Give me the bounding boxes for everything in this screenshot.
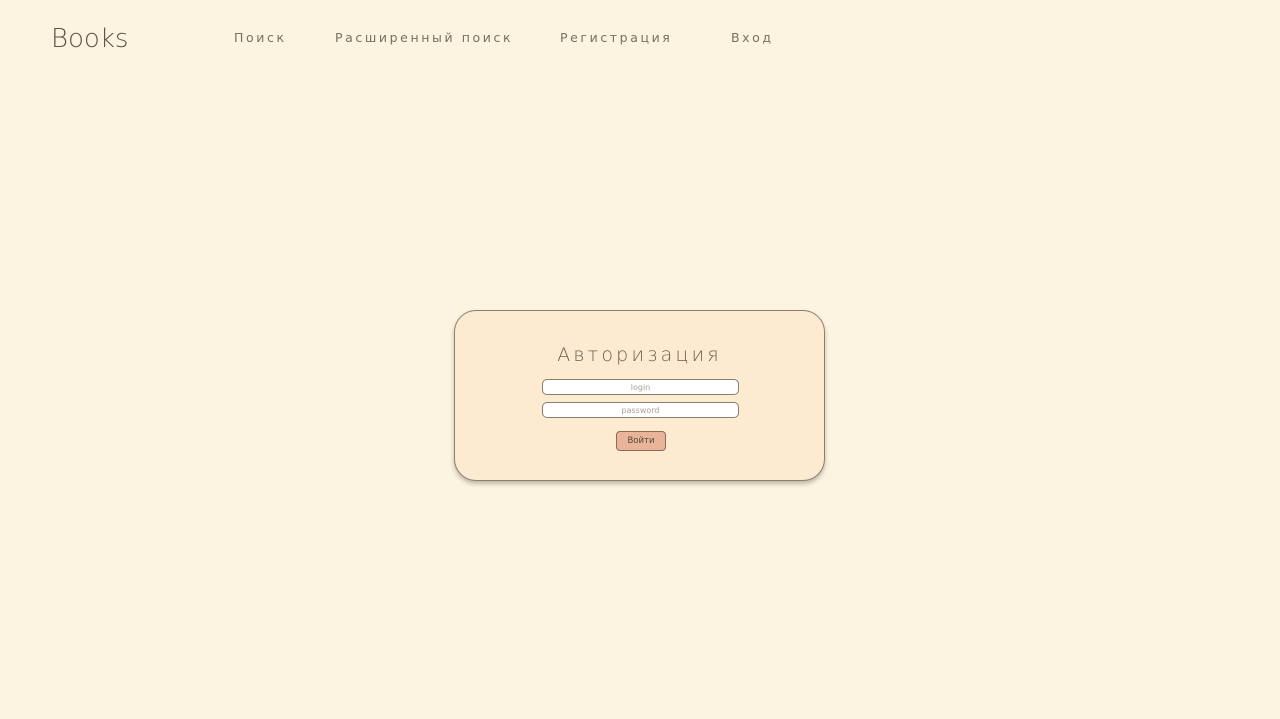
nav-advanced-search-link[interactable]: Расширенный поиск [335, 30, 513, 46]
submit-login-button[interactable]: Войти [616, 431, 666, 451]
nav-login-link[interactable]: Вход [731, 30, 774, 46]
authorization-title: Авторизация [557, 344, 722, 366]
top-navigation: Books Поиск Расширенный поиск Регистраци… [0, 0, 1280, 80]
password-input[interactable] [542, 402, 739, 418]
login-input[interactable] [542, 379, 739, 395]
site-logo[interactable]: Books [51, 22, 128, 56]
nav-search-link[interactable]: Поиск [234, 30, 287, 46]
page: Books Поиск Расширенный поиск Регистраци… [0, 0, 1280, 719]
nav-register-link[interactable]: Регистрация [560, 30, 672, 46]
authorization-card: Авторизация Войти [454, 310, 825, 481]
